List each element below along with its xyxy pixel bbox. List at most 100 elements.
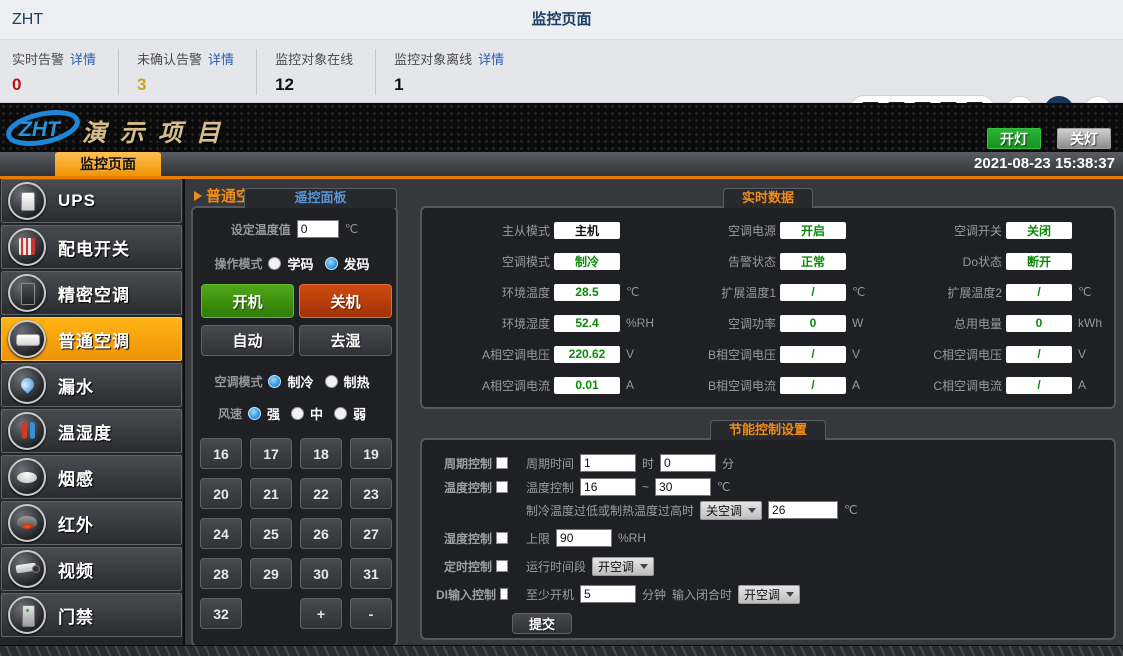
sidebar-item-label: 门禁 [58,603,94,628]
timer-control-row: 定时控制 运行时间段 开空调 [436,556,1106,576]
dehumidify-button[interactable]: 去湿 [299,325,392,356]
temp-button-29[interactable]: 29 [250,558,292,589]
auto-mode-button[interactable]: 自动 [201,325,294,356]
ac-mode-radio-制冷[interactable] [268,375,281,388]
sidebar-item-water[interactable]: 漏水 [1,363,182,407]
temp-min-input[interactable] [580,478,636,496]
di-action-select[interactable]: 开空调 [738,585,800,604]
sidebar-item-label: 普通空调 [58,327,130,352]
di-control-checkbox[interactable] [500,588,508,600]
water-icon [8,366,46,404]
sidebar-item-ac[interactable]: 普通空调 [1,317,182,361]
temp-button-+[interactable]: + [300,598,342,629]
rt-value-box: / [780,284,846,301]
temp-button-19[interactable]: 19 [350,438,392,469]
stat-detail-link[interactable]: 详情 [70,52,96,67]
temp-button-25[interactable]: 25 [250,518,292,549]
brand-text: ZHT [12,0,43,40]
sidebar-item-infrared[interactable]: 红外 [1,501,182,545]
rt-cell: 空调电源开启 [656,217,882,243]
op-mode-radio-发码[interactable] [325,257,338,270]
fan-speed-label: 风速 [218,405,242,422]
top-bar: ZHT 监控页面 [0,0,1123,40]
humidity-limit-input[interactable] [556,529,612,547]
tab-monitoring-page[interactable]: 监控页面 [55,152,161,176]
temp-button-28[interactable]: 28 [200,558,242,589]
temp-button-32[interactable]: 32 [200,598,242,629]
timer-control-checkbox[interactable] [496,560,508,572]
project-title: 演示项目 [82,113,234,148]
temp-max-input[interactable] [655,478,711,496]
overheat-action-select[interactable]: 关空调 [700,501,762,520]
humidity-control-checkbox[interactable] [496,532,508,544]
rt-value-box: / [780,377,846,394]
sidebar-item-precision-ac[interactable]: 精密空调 [1,271,182,315]
ac-mode-radio-制热[interactable] [325,375,338,388]
temp-button-21[interactable]: 21 [250,478,292,509]
temp-button-23[interactable]: 23 [350,478,392,509]
temp-button-18[interactable]: 18 [300,438,342,469]
sidebar-item-ups[interactable]: UPS [1,179,182,223]
power-off-button[interactable]: 关机 [299,284,392,318]
temp-button-24[interactable]: 24 [200,518,242,549]
temp-button-31[interactable]: 31 [350,558,392,589]
temp-button-17[interactable]: 17 [250,438,292,469]
temp-button-26[interactable]: 26 [300,518,342,549]
rt-value-box: / [780,346,846,363]
cycle-minutes-input[interactable] [660,454,716,472]
overheat-temp-input[interactable] [768,501,838,519]
cycle-hours-input[interactable] [580,454,636,472]
sidebar-item-smoke[interactable]: 烟感 [1,455,182,499]
cycle-control-checkbox[interactable] [496,457,508,469]
stat-detail-link[interactable]: 详情 [208,52,234,67]
rt-unit: V [846,347,882,361]
light-off-button[interactable]: 关灯 [1057,128,1111,149]
rt-cell: 环境湿度52.4%RH [430,310,656,336]
rt-label: 总用电量 [882,315,1002,332]
temp-button-30[interactable]: 30 [300,558,342,589]
rt-label: B相空调电压 [656,346,776,363]
rt-cell: 总用电量0kWh [882,310,1108,336]
temp-button-22[interactable]: 22 [300,478,342,509]
sidebar-item-door[interactable]: 门禁 [1,593,182,637]
fan-speed-radio-中[interactable] [291,407,304,420]
light-on-button[interactable]: 开灯 [987,128,1041,149]
remote-panel-tab[interactable]: 遥控面板 [244,188,397,208]
rt-label: 环境温度 [430,284,550,301]
temp-button--[interactable]: - [350,598,392,629]
temp-button-27[interactable]: 27 [350,518,392,549]
temp-control-row: 温度控制 温度控制 ~ ℃ [436,477,1106,497]
temp-button-16[interactable]: 16 [200,438,242,469]
op-mode-radio-学码[interactable] [268,257,281,270]
sidebar-item-camera[interactable]: 视频 [1,547,182,591]
fan-speed-radio-强[interactable] [248,407,261,420]
stat-block: 监控对象在线12 [275,49,376,95]
rt-label: A相空调电压 [430,346,550,363]
set-temp-input[interactable] [297,220,339,238]
energy-panel-tab: 节能控制设置 [710,420,826,440]
rt-value-box: 正常 [780,253,846,270]
sidebar-item-label: UPS [58,191,96,211]
sidebar-item-temp-humidity[interactable]: 温湿度 [1,409,182,453]
rt-cell: A相空调电压220.62V [430,341,656,367]
sidebar: UPS 配电开关精密空调普通空调漏水温湿度烟感红外视频门禁 [0,179,185,656]
rt-label: 环境湿度 [430,315,550,332]
rt-label: 空调开关 [882,222,1002,239]
rt-value-box: / [1006,346,1072,363]
timer-action-select[interactable]: 开空调 [592,557,654,576]
sidebar-item-breaker[interactable]: 配电开关 [1,225,182,269]
temp-control-checkbox[interactable] [496,481,508,493]
rt-cell: 主从模式主机 [430,217,656,243]
di-min-on-input[interactable] [580,585,636,603]
power-on-button[interactable]: 开机 [201,284,294,318]
temp-button-20[interactable]: 20 [200,478,242,509]
ac-mode-row: 空调模式制冷制热 [193,372,396,391]
submit-button[interactable]: 提交 [512,613,572,634]
stat-value: 12 [275,75,353,95]
chevron-down-icon [786,592,794,597]
realtime-panel-tab: 实时数据 [723,188,813,208]
stat-detail-link[interactable]: 详情 [478,52,504,67]
fan-speed-radio-弱[interactable] [334,407,347,420]
rt-label: 空调电源 [656,222,776,239]
rt-value-box: 制冷 [554,253,620,270]
